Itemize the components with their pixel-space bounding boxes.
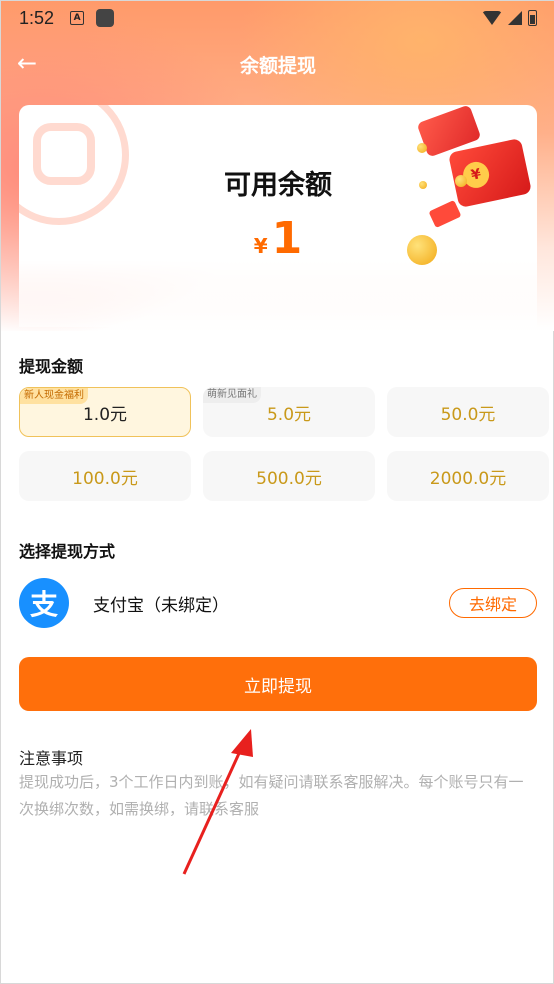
amount-option-label: 1.0元 [82, 404, 128, 425]
balance-card: ¥ 可用余额 ¥1 [19, 105, 537, 327]
gold-coin-illustration [417, 143, 427, 153]
balance-value: 1 [271, 213, 303, 264]
amount-option-100[interactable]: 100.0元 [19, 451, 191, 501]
amount-option-label: 2000.0元 [429, 468, 507, 489]
amount-tag: 新人现金福利 [20, 388, 88, 404]
balance-amount: ¥1 [19, 213, 537, 264]
wifi-icon [482, 11, 502, 25]
amount-option-label: 500.0元 [256, 468, 322, 489]
amount-tag: 萌新见面礼 [203, 387, 261, 403]
alipay-method-row[interactable]: 支 支付宝（未绑定） 去绑定 [19, 577, 537, 629]
amount-option-5[interactable]: 萌新见面礼 5.0元 [203, 387, 375, 437]
page-title: 余额提现 [239, 54, 316, 77]
signal-icon [508, 11, 522, 25]
amount-option-50[interactable]: 50.0元 [387, 387, 549, 437]
amount-option-label: 5.0元 [266, 404, 312, 425]
battery-icon [528, 10, 537, 26]
withdraw-now-button[interactable]: 立即提现 [19, 657, 537, 711]
amount-option-500[interactable]: 500.0元 [203, 451, 375, 501]
status-bar: 1:52 A [1, 1, 554, 35]
alipay-icon: 支 [19, 578, 69, 628]
amount-option-1[interactable]: 新人现金福利 1.0元 [19, 387, 191, 437]
amount-options-grid: 新人现金福利 1.0元 萌新见面礼 5.0元 50.0元 100.0元 500.… [19, 387, 549, 501]
status-time: 1:52 [19, 7, 55, 28]
app-header: ← 余额提现 [1, 41, 554, 87]
amount-option-2000[interactable]: 2000.0元 [387, 451, 549, 501]
amount-option-label: 50.0元 [440, 404, 496, 425]
balance-label: 可用余额 [224, 170, 332, 201]
currency-symbol: ¥ [253, 234, 268, 258]
alipay-label: 支付宝（未绑定） [93, 595, 229, 616]
withdraw-method-title: 选择提现方式 [19, 542, 116, 561]
status-indicators [482, 10, 537, 26]
bind-account-button[interactable]: 去绑定 [449, 588, 537, 618]
app-notification-icon: A [70, 11, 85, 25]
notes-title: 注意事项 [19, 749, 84, 768]
notes-text: 提现成功后，3个工作日内到账，如有疑问请联系客服解决。每个账号只有一次换绑次数，… [19, 773, 524, 818]
app-notification-square-icon [96, 9, 115, 27]
arrow-head [231, 729, 253, 757]
withdraw-amount-title: 提现金额 [19, 357, 84, 376]
amount-option-label: 100.0元 [72, 468, 138, 489]
back-arrow-icon[interactable]: ← [17, 51, 41, 75]
